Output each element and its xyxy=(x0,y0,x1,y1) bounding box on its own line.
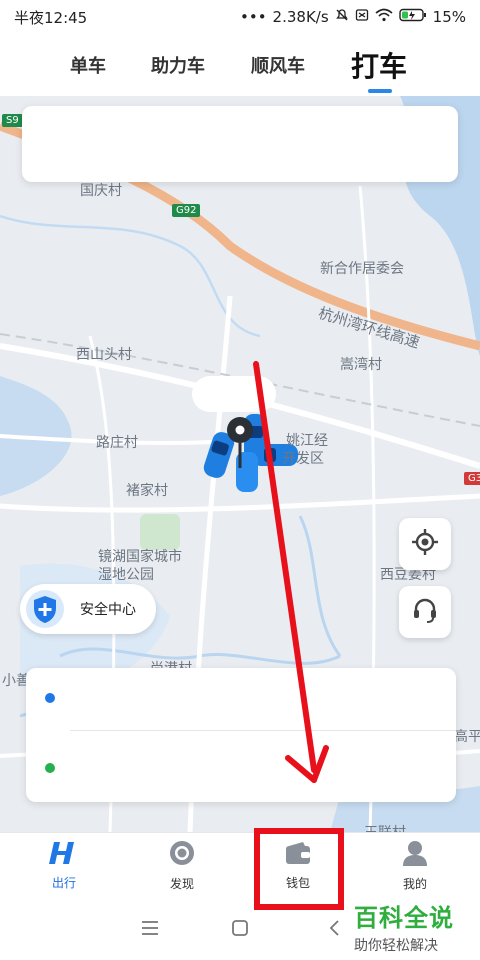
watermark-title: 百科全说 xyxy=(354,904,454,932)
watermark-subtitle: 助你轻松解决 xyxy=(354,938,438,954)
annotation-arrow xyxy=(253,361,329,783)
watermark: 百科全说 助你轻松解决 xyxy=(354,898,474,955)
annotation-highlight-box xyxy=(254,828,344,910)
